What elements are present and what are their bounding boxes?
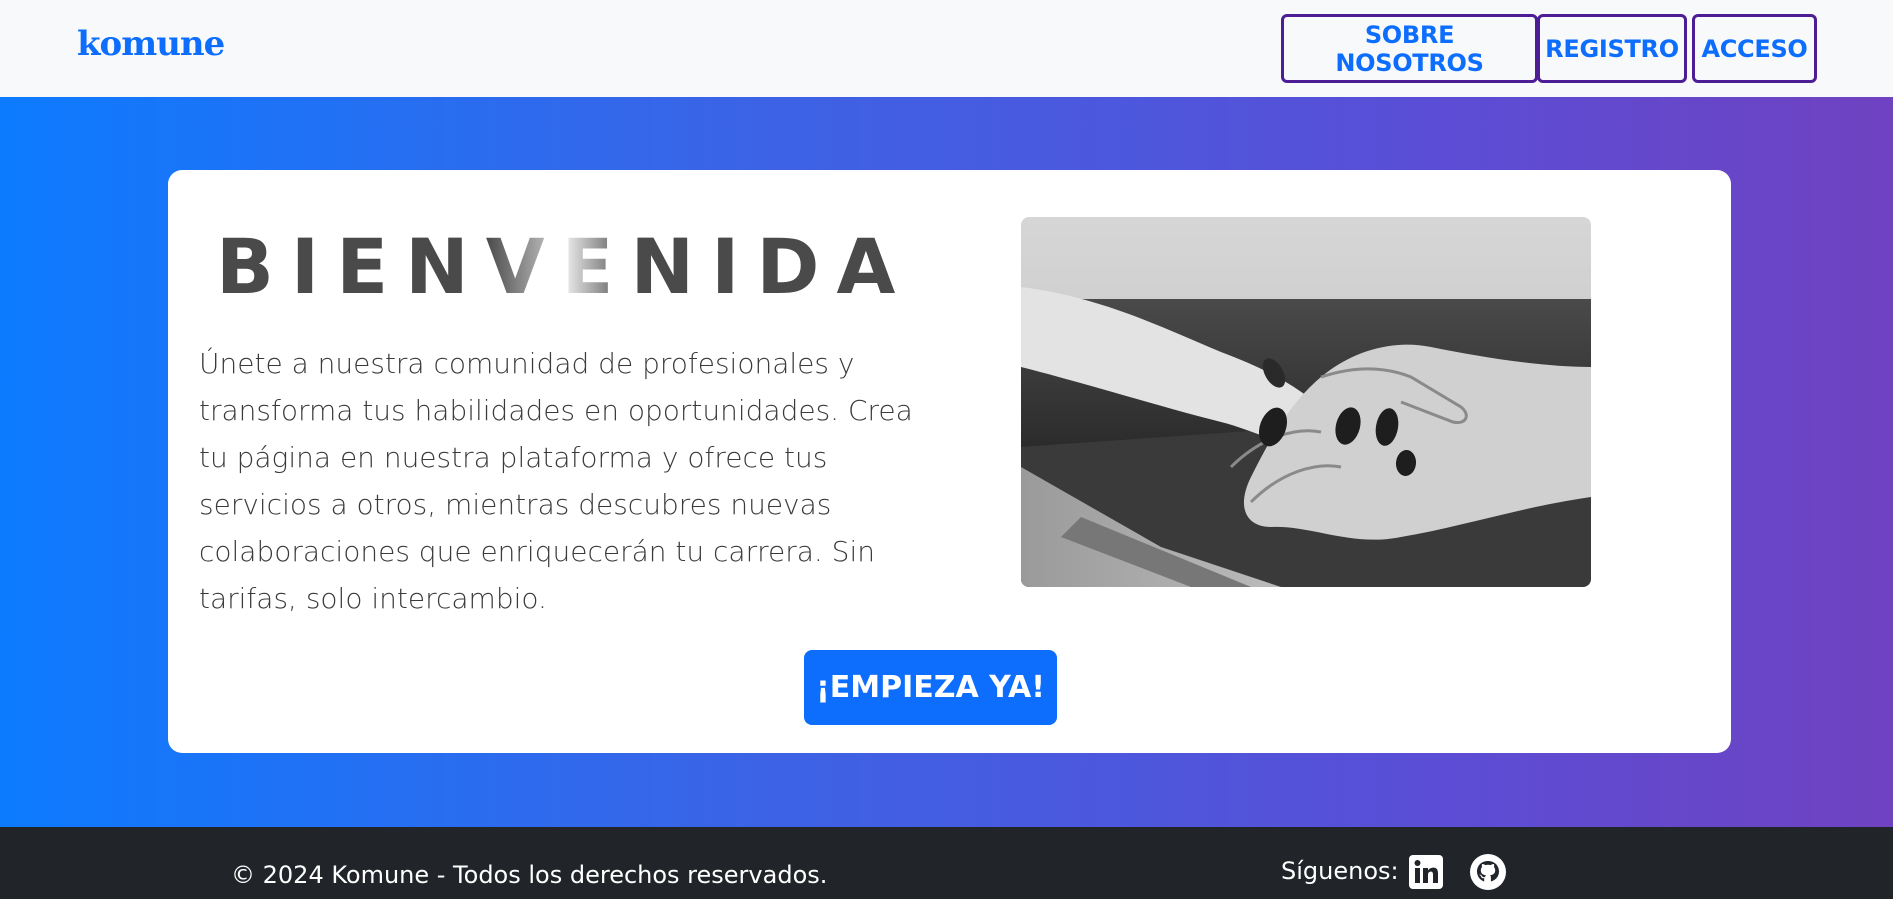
footer: © 2024 Komune - Todos los derechos reser… <box>0 827 1893 899</box>
register-button[interactable]: REGISTRO <box>1537 14 1687 83</box>
navbar: komune SOBRE NOSOTROS REGISTRO ACCESO <box>0 0 1893 97</box>
about-us-button[interactable]: SOBRE NOSOTROS <box>1281 14 1538 83</box>
welcome-title: BIENVENIDA <box>216 222 912 311</box>
welcome-title-part-1: BIEN <box>216 222 486 311</box>
welcome-card: BIENVENIDA Únete a nuestra comunidad de … <box>168 170 1731 753</box>
login-button[interactable]: ACCESO <box>1692 14 1817 83</box>
start-now-button[interactable]: ¡EMPIEZA YA! <box>804 650 1057 725</box>
handshake-photo <box>1021 217 1591 587</box>
brand-logo[interactable]: komune <box>77 24 225 64</box>
hero-section: BIENVENIDA Únete a nuestra comunidad de … <box>0 97 1893 827</box>
welcome-title-part-3: NIDA <box>630 222 913 311</box>
copyright-text: © 2024 Komune - Todos los derechos reser… <box>231 861 828 889</box>
hero-description: Únete a nuestra comunidad de profesional… <box>199 347 913 615</box>
linkedin-icon[interactable] <box>1407 853 1445 891</box>
github-icon[interactable] <box>1469 853 1507 891</box>
follow-label: Síguenos: <box>1281 857 1399 885</box>
welcome-title-part-2: VE <box>485 222 631 311</box>
